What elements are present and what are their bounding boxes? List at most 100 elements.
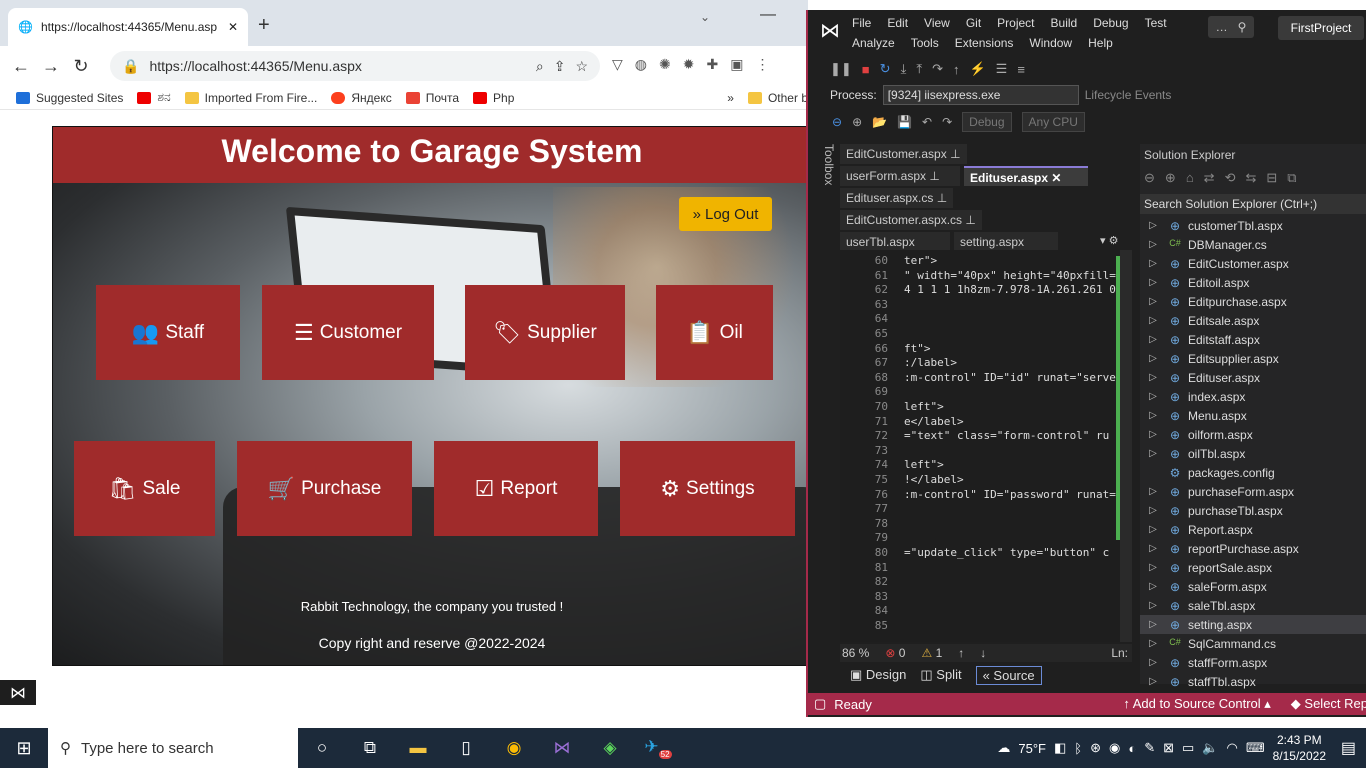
clock[interactable]: 2:43 PM 8/15/2022	[1273, 732, 1326, 764]
design-view-button[interactable]: ▣ Design	[850, 667, 906, 683]
expand-arrow-icon[interactable]: ▷	[1140, 524, 1166, 535]
taskbar-search[interactable]: ⚲ Type here to search	[48, 728, 298, 768]
pin-icon[interactable]: ⊥	[929, 169, 939, 183]
settings-button[interactable]: ⚙ Settings	[620, 441, 795, 536]
code-line[interactable]: ter">	[904, 254, 937, 267]
purchase-button[interactable]: 🛒 Purchase	[237, 441, 412, 536]
expand-arrow-icon[interactable]: ▷	[1140, 448, 1166, 459]
solution-item[interactable]: ▷ ⊕ staffTbl.aspx	[1140, 672, 1366, 691]
sale-button[interactable]: 🛍 Sale	[74, 441, 215, 536]
doc-tab-editcustomer[interactable]: EditCustomer.aspx ⊥	[840, 144, 967, 164]
share-icon[interactable]: ⇪	[554, 58, 566, 75]
app-icon[interactable]: ◈	[586, 738, 634, 758]
bookmarks-overflow[interactable]: »	[727, 91, 734, 105]
home-icon[interactable]: ⌂	[1186, 170, 1194, 186]
menu-build[interactable]: Build	[1051, 16, 1078, 30]
select-repo-button[interactable]: ◆ Select Rep	[1291, 696, 1366, 712]
solution-item[interactable]: ▷ ⊕ oilTbl.aspx	[1140, 444, 1366, 463]
menu-project[interactable]: Project	[997, 16, 1034, 30]
undo-icon[interactable]: ↶	[922, 115, 932, 129]
expand-arrow-icon[interactable]: ▷	[1140, 429, 1166, 440]
menu-icon[interactable]: ⋮	[755, 56, 769, 73]
tray-icon[interactable]: ◧	[1054, 740, 1066, 756]
solution-item[interactable]: ▷ ⊕ oilform.aspx	[1140, 425, 1366, 444]
switch-views-icon[interactable]: ⇄	[1204, 170, 1215, 186]
back-icon[interactable]: ⊖	[1144, 170, 1155, 186]
solution-item[interactable]: ▷ ⊕ index.aspx	[1140, 387, 1366, 406]
minimize-button[interactable]: —	[760, 6, 776, 24]
step-icon[interactable]: ⤓	[901, 61, 907, 77]
oil-button[interactable]: 📋 Oil	[656, 285, 773, 380]
solution-item[interactable]: ▷ ⊕ reportSale.aspx	[1140, 558, 1366, 577]
sidepanel-icon[interactable]: ▣	[730, 56, 743, 73]
solution-item[interactable]: ▷ ⊕ saleForm.aspx	[1140, 577, 1366, 596]
sync-icon[interactable]: ⇆	[1245, 170, 1256, 186]
language-icon[interactable]: ⌨	[1246, 740, 1265, 756]
editor-scrollbar[interactable]	[1120, 250, 1132, 642]
chrome-icon[interactable]: ◉	[490, 738, 538, 758]
address-bar[interactable]: 🔒 https://localhost:44365/Menu.aspx ⌕ ⇪ …	[110, 51, 600, 81]
code-line[interactable]: ="text" class="form-control" ru	[904, 429, 1109, 442]
expand-arrow-icon[interactable]: ▷	[1140, 657, 1166, 668]
expand-arrow-icon[interactable]: ▷	[1140, 676, 1166, 687]
bug-icon[interactable]: ✹	[683, 56, 695, 73]
expand-arrow-icon[interactable]: ▷	[1140, 258, 1166, 269]
solution-item[interactable]: ▷ ⊕ purchaseForm.aspx	[1140, 482, 1366, 501]
notifications-icon[interactable]: ▤	[1341, 738, 1356, 758]
menu-window[interactable]: Window	[1029, 36, 1072, 50]
zoom-level[interactable]: 86 %	[842, 646, 869, 660]
windows-start-icon[interactable]: ⊞	[0, 738, 48, 759]
extension-icon[interactable]: ▽	[612, 56, 623, 73]
split-view-button[interactable]: ◫ Split	[920, 667, 961, 683]
bookmark-youtube[interactable]: ಶನ	[137, 90, 171, 105]
code-line[interactable]: " width="40px" height="40pxfill=	[904, 269, 1116, 282]
solution-item[interactable]: ▷ ⊕ Edituser.aspx	[1140, 368, 1366, 387]
add-source-control-button[interactable]: ↑ Add to Source Control ▴	[1123, 696, 1270, 712]
code-line[interactable]: left">	[904, 400, 944, 413]
close-icon[interactable]: ✕	[1051, 171, 1061, 185]
redo-icon[interactable]: ↷	[942, 115, 952, 129]
solution-item[interactable]: ▷ ⊕ Editstaff.aspx	[1140, 330, 1366, 349]
expand-arrow-icon[interactable]: ▷	[1140, 638, 1166, 649]
config-dropdown[interactable]: Debug	[962, 112, 1012, 132]
solution-item[interactable]: ▷ ⊕ purchaseTbl.aspx	[1140, 501, 1366, 520]
open-folder-icon[interactable]: 📂	[872, 115, 887, 129]
expand-arrow-icon[interactable]: ▷	[1140, 220, 1166, 231]
chevron-down-icon[interactable]: ⌄	[700, 10, 710, 24]
notepad-icon[interactable]: ▯	[442, 738, 490, 758]
close-icon[interactable]: ✕	[228, 20, 238, 34]
navigate-forward-icon[interactable]: ⊕	[852, 115, 862, 129]
doc-tab-edituser[interactable]: Edituser.aspx ✕	[964, 166, 1088, 186]
solution-item[interactable]: ▷ ⊕ Menu.aspx	[1140, 406, 1366, 425]
menu-git[interactable]: Git	[966, 16, 981, 30]
visual-studio-icon[interactable]: ⋈	[0, 680, 36, 705]
code-line[interactable]: :m-control" ID="id" runat="serve	[904, 371, 1116, 384]
menu-tools[interactable]: Tools	[911, 36, 939, 50]
extension-icon[interactable]: ✺	[659, 56, 671, 73]
expand-arrow-icon[interactable]: ▷	[1140, 315, 1166, 326]
search-icon[interactable]: ⌕	[536, 58, 544, 75]
layout-icon[interactable]: ☰	[996, 61, 1008, 77]
bookmark-yandex[interactable]: Яндекс	[331, 91, 392, 105]
expand-arrow-icon[interactable]: ▷	[1140, 334, 1166, 345]
align-icon[interactable]: ≡	[1017, 62, 1025, 77]
solution-item[interactable]: ▷ ⊕ EditCustomer.aspx	[1140, 254, 1366, 273]
solution-item[interactable]: ⚙ packages.config	[1140, 463, 1366, 482]
expand-arrow-icon[interactable]: ▷	[1140, 581, 1166, 592]
up-arrow-icon[interactable]: ↑	[958, 646, 964, 660]
volume-icon[interactable]: 🔈	[1202, 740, 1218, 756]
solution-item[interactable]: ▷ ⊕ Editpurchase.aspx	[1140, 292, 1366, 311]
error-count[interactable]: ⊗ 0	[885, 646, 905, 660]
step-icon[interactable]: ↷	[932, 61, 943, 77]
tray-icon[interactable]: ◐	[1128, 741, 1136, 756]
show-all-icon[interactable]: ⧉	[1287, 170, 1296, 186]
weather-temp[interactable]: 75°F	[1018, 741, 1046, 756]
menu-extensions[interactable]: Extensions	[955, 36, 1014, 50]
logout-button[interactable]: » Log Out	[679, 197, 772, 231]
vs-search-button[interactable]: … ⚲	[1208, 16, 1254, 38]
menu-debug[interactable]: Debug	[1093, 16, 1128, 30]
solution-search-input[interactable]: Search Solution Explorer (Ctrl+;)	[1140, 194, 1366, 214]
menu-test[interactable]: Test	[1145, 16, 1167, 30]
tray-icon[interactable]: ◉	[1109, 740, 1120, 756]
tray-icon[interactable]: ⊛	[1090, 740, 1101, 756]
